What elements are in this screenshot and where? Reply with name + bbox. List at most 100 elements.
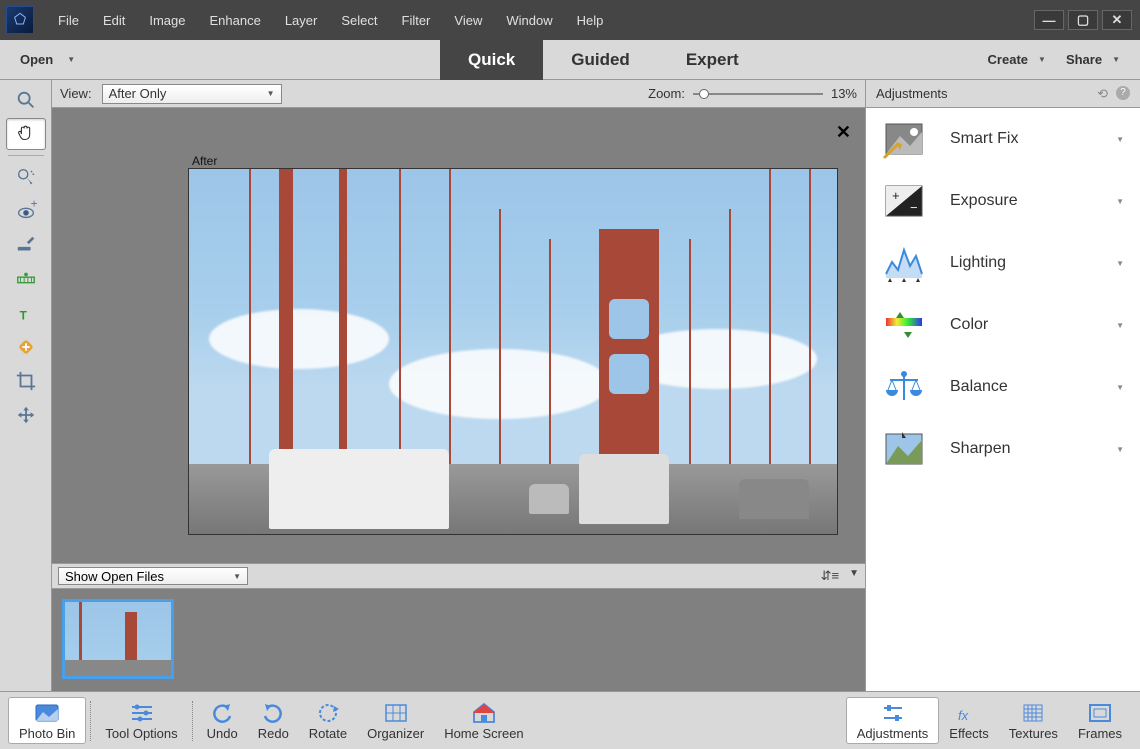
minimize-button[interactable]: —: [1034, 10, 1064, 30]
adj-lighting[interactable]: Lighting ▼: [866, 232, 1140, 294]
move-tool[interactable]: [6, 399, 46, 431]
menu-help[interactable]: Help: [565, 0, 616, 40]
options-bar: View: After Only ▼ Zoom: 13%: [52, 80, 865, 108]
menu-layer[interactable]: Layer: [273, 0, 330, 40]
bin-menu-icon[interactable]: ⇵≡: [821, 568, 839, 584]
balance-icon: [882, 366, 926, 408]
adj-label: Exposure: [950, 192, 1092, 210]
quick-select-tool[interactable]: [6, 161, 46, 193]
bottom-right-group: Adjustments fxEffects Textures Frames: [846, 697, 1132, 744]
close-document-button[interactable]: ✕: [836, 122, 851, 143]
workspace: + T View: After Only ▼ Zoom: 13% ✕ After: [0, 80, 1140, 691]
spot-heal-tool[interactable]: [6, 331, 46, 363]
menu-edit[interactable]: Edit: [91, 0, 137, 40]
frames-tab-button[interactable]: Frames: [1068, 697, 1132, 744]
adj-label: Color: [950, 316, 1092, 334]
open-label: Open: [20, 52, 53, 67]
document-canvas[interactable]: [188, 168, 838, 535]
zoom-label: Zoom:: [648, 86, 685, 101]
photo-bin-button[interactable]: Photo Bin: [8, 697, 86, 744]
tab-guided[interactable]: Guided: [543, 40, 658, 80]
menu-file[interactable]: File: [46, 0, 91, 40]
zoom-value: 13%: [831, 86, 857, 101]
left-toolbar: + T: [0, 80, 52, 691]
app-icon: [6, 6, 34, 34]
bin-collapse-icon[interactable]: ▼: [849, 568, 859, 584]
rotate-button[interactable]: Rotate: [299, 698, 357, 743]
adj-label: Sharpen: [950, 440, 1092, 458]
close-button[interactable]: ✕: [1102, 10, 1132, 30]
whiten-teeth-tool[interactable]: [6, 229, 46, 261]
create-button[interactable]: Create▼: [988, 52, 1046, 67]
svg-text:+: +: [30, 200, 36, 210]
crop-tool[interactable]: [6, 365, 46, 397]
svg-text:+: +: [892, 188, 900, 203]
textures-tab-button[interactable]: Textures: [999, 697, 1068, 744]
panel-title: Adjustments: [876, 86, 948, 101]
svg-text:−: −: [910, 200, 918, 215]
help-icon[interactable]: ?: [1116, 86, 1130, 100]
photo-bin: [52, 589, 865, 691]
adj-color[interactable]: Color ▼: [866, 294, 1140, 356]
right-panel: Adjustments ⟲ ? Smart Fix ▼ +− Exposure …: [865, 80, 1140, 691]
chevron-down-icon: ▼: [67, 55, 75, 64]
adj-label: Lighting: [950, 254, 1092, 272]
adj-sharpen[interactable]: Sharpen ▼: [866, 418, 1140, 480]
modebar: Open ▼ Quick Guided Expert Create▼ Share…: [0, 40, 1140, 80]
window-controls: — ▢ ✕: [1034, 10, 1134, 30]
zoom-tool[interactable]: [6, 84, 46, 116]
redo-button[interactable]: Redo: [248, 698, 299, 743]
menu-view[interactable]: View: [442, 0, 494, 40]
lighting-icon: [882, 242, 926, 284]
tab-expert[interactable]: Expert: [658, 40, 767, 80]
adjustments-tab-button[interactable]: Adjustments: [846, 697, 940, 744]
undo-button[interactable]: Undo: [197, 698, 248, 743]
zoom-slider[interactable]: [693, 87, 823, 101]
type-tool[interactable]: T: [6, 297, 46, 329]
chevron-down-icon: ▼: [1116, 135, 1124, 144]
adj-label: Smart Fix: [950, 130, 1092, 148]
svg-text:fx: fx: [958, 708, 969, 723]
organizer-button[interactable]: Organizer: [357, 698, 434, 743]
tab-quick[interactable]: Quick: [440, 40, 543, 80]
menu-enhance[interactable]: Enhance: [198, 0, 273, 40]
open-button[interactable]: Open ▼: [0, 40, 90, 79]
tool-options-button[interactable]: Tool Options: [95, 698, 187, 743]
chevron-down-icon: ▼: [1112, 55, 1120, 64]
adj-smart-fix[interactable]: Smart Fix ▼: [866, 108, 1140, 170]
separator: [192, 701, 193, 741]
color-icon: [882, 304, 926, 346]
bin-header-icons: ⇵≡ ▼: [821, 568, 859, 584]
straighten-tool[interactable]: [6, 263, 46, 295]
menubar: File Edit Image Enhance Layer Select Fil…: [0, 0, 1140, 40]
thumbnail[interactable]: [62, 599, 174, 679]
redeye-tool[interactable]: +: [6, 195, 46, 227]
bin-select[interactable]: Show Open Files ▼: [58, 567, 248, 585]
chevron-down-icon: ▼: [233, 572, 241, 581]
view-value: After Only: [109, 86, 167, 101]
center-area: View: After Only ▼ Zoom: 13% ✕ After: [52, 80, 865, 691]
effects-tab-button[interactable]: fxEffects: [939, 697, 999, 744]
view-select[interactable]: After Only ▼: [102, 84, 282, 104]
reset-icon[interactable]: ⟲: [1097, 86, 1108, 102]
chevron-down-icon: ▼: [1116, 383, 1124, 392]
maximize-button[interactable]: ▢: [1068, 10, 1098, 30]
menu-window[interactable]: Window: [494, 0, 564, 40]
chevron-down-icon: ▼: [1038, 55, 1046, 64]
menu-select[interactable]: Select: [329, 0, 389, 40]
chevron-down-icon: ▼: [1116, 321, 1124, 330]
chevron-down-icon: ▼: [1116, 259, 1124, 268]
adj-balance[interactable]: Balance ▼: [866, 356, 1140, 418]
share-button[interactable]: Share▼: [1066, 52, 1120, 67]
bottom-bar: Photo Bin Tool Options Undo Redo Rotate …: [0, 691, 1140, 749]
svg-text:T: T: [19, 308, 27, 322]
canvas-area: ✕ After: [52, 108, 865, 563]
adj-exposure[interactable]: +− Exposure ▼: [866, 170, 1140, 232]
home-screen-button[interactable]: Home Screen: [434, 698, 533, 743]
hand-tool[interactable]: [6, 118, 46, 150]
smart-fix-icon: [882, 118, 926, 160]
menu-filter[interactable]: Filter: [390, 0, 443, 40]
menu-image[interactable]: Image: [137, 0, 197, 40]
sharpen-icon: [882, 428, 926, 470]
chevron-down-icon: ▼: [1116, 197, 1124, 206]
